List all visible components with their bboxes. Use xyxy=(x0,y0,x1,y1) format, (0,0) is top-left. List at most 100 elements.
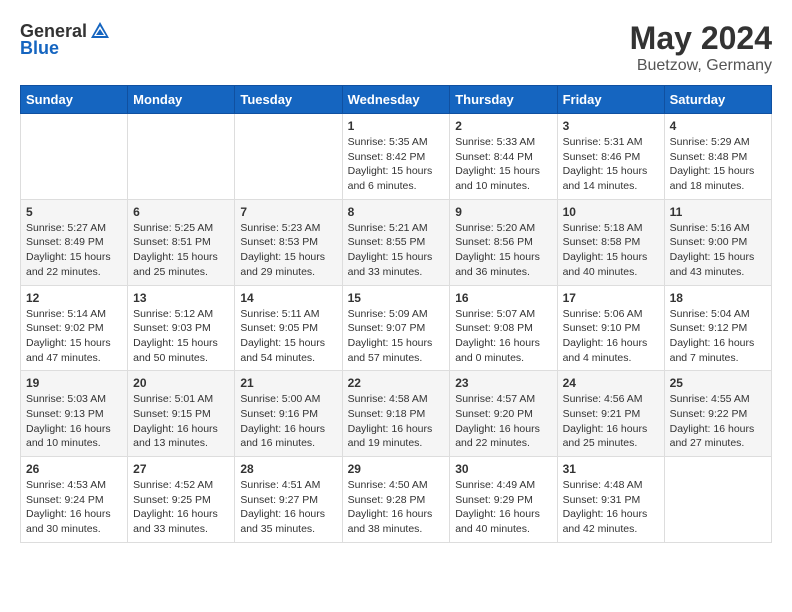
calendar-day-10: 10 Sunrise: 5:18 AM Sunset: 8:58 PM Dayli… xyxy=(557,199,664,285)
day-content: Sunrise: 4:53 AM Sunset: 9:24 PM Dayligh… xyxy=(26,478,122,537)
day-number: 27 xyxy=(133,462,229,476)
day-number: 3 xyxy=(563,119,659,133)
day-number: 6 xyxy=(133,205,229,219)
day-content: Sunrise: 4:55 AM Sunset: 9:22 PM Dayligh… xyxy=(670,392,766,451)
weekday-header-wednesday: Wednesday xyxy=(342,86,450,114)
day-content: Sunrise: 5:18 AM Sunset: 8:58 PM Dayligh… xyxy=(563,221,659,280)
calendar-day-15: 15 Sunrise: 5:09 AM Sunset: 9:07 PM Dayli… xyxy=(342,285,450,371)
calendar-day-29: 29 Sunrise: 4:50 AM Sunset: 9:28 PM Dayli… xyxy=(342,457,450,543)
calendar-day-8: 8 Sunrise: 5:21 AM Sunset: 8:55 PM Daylig… xyxy=(342,199,450,285)
day-number: 12 xyxy=(26,291,122,305)
day-content: Sunrise: 5:06 AM Sunset: 9:10 PM Dayligh… xyxy=(563,307,659,366)
day-number: 4 xyxy=(670,119,766,133)
calendar-table: SundayMondayTuesdayWednesdayThursdayFrid… xyxy=(20,85,772,543)
day-content: Sunrise: 4:57 AM Sunset: 9:20 PM Dayligh… xyxy=(455,392,551,451)
weekday-header-monday: Monday xyxy=(128,86,235,114)
day-content: Sunrise: 5:29 AM Sunset: 8:48 PM Dayligh… xyxy=(670,135,766,194)
day-number: 9 xyxy=(455,205,551,219)
calendar-day-21: 21Sunrise: 5:00 AM Sunset: 9:16 PM Dayli… xyxy=(235,371,342,457)
calendar-day-12: 12 Sunrise: 5:14 AM Sunset: 9:02 PM Dayli… xyxy=(21,285,128,371)
day-content: Sunrise: 5:21 AM Sunset: 8:55 PM Dayligh… xyxy=(348,221,445,280)
day-content: Sunrise: 5:27 AM Sunset: 8:49 PM Dayligh… xyxy=(26,221,122,280)
day-content: Sunrise: 5:03 AM Sunset: 9:13 PM Dayligh… xyxy=(26,392,122,451)
day-content: Sunrise: 4:50 AM Sunset: 9:28 PM Dayligh… xyxy=(348,478,445,537)
page-header: General Blue May 2024 Buetzow, Germany xyxy=(20,20,772,75)
day-number: 2 xyxy=(455,119,551,133)
day-number: 13 xyxy=(133,291,229,305)
day-number: 8 xyxy=(348,205,445,219)
day-content: Sunrise: 5:31 AM Sunset: 8:46 PM Dayligh… xyxy=(563,135,659,194)
day-content: Sunrise: 5:00 AM Sunset: 9:16 PM Dayligh… xyxy=(240,392,336,451)
calendar-day-31: 31 Sunrise: 4:48 AM Sunset: 9:31 PM Dayli… xyxy=(557,457,664,543)
day-content: Sunrise: 5:01 AM Sunset: 9:15 PM Dayligh… xyxy=(133,392,229,451)
day-content: Sunrise: 4:58 AM Sunset: 9:18 PM Dayligh… xyxy=(348,392,445,451)
day-number: 11 xyxy=(670,205,766,219)
day-content: Sunrise: 5:11 AM Sunset: 9:05 PM Dayligh… xyxy=(240,307,336,366)
logo: General Blue xyxy=(20,20,113,59)
calendar-day-4: 4 Sunrise: 5:29 AM Sunset: 8:48 PM Daylig… xyxy=(664,114,771,200)
day-content: Sunrise: 5:35 AM Sunset: 8:42 PM Dayligh… xyxy=(348,135,445,194)
calendar-day-9: 9 Sunrise: 5:20 AM Sunset: 8:56 PM Daylig… xyxy=(450,199,557,285)
day-number: 28 xyxy=(240,462,336,476)
day-content: Sunrise: 4:56 AM Sunset: 9:21 PM Dayligh… xyxy=(563,392,659,451)
calendar-day-28: 28 Sunrise: 4:51 AM Sunset: 9:27 PM Dayli… xyxy=(235,457,342,543)
empty-cell xyxy=(664,457,771,543)
weekday-header-tuesday: Tuesday xyxy=(235,86,342,114)
day-number: 23 xyxy=(455,376,551,390)
day-number: 16 xyxy=(455,291,551,305)
calendar-day-25: 25 Sunrise: 4:55 AM Sunset: 9:22 PM Dayli… xyxy=(664,371,771,457)
title-block: May 2024 Buetzow, Germany xyxy=(630,20,772,75)
calendar-day-19: 19 Sunrise: 5:03 AM Sunset: 9:13 PM Dayli… xyxy=(21,371,128,457)
day-number: 18 xyxy=(670,291,766,305)
day-content: Sunrise: 5:14 AM Sunset: 9:02 PM Dayligh… xyxy=(26,307,122,366)
day-content: Sunrise: 5:20 AM Sunset: 8:56 PM Dayligh… xyxy=(455,221,551,280)
day-number: 30 xyxy=(455,462,551,476)
calendar-day-3: 3 Sunrise: 5:31 AM Sunset: 8:46 PM Daylig… xyxy=(557,114,664,200)
day-number: 25 xyxy=(670,376,766,390)
calendar-day-6: 6 Sunrise: 5:25 AM Sunset: 8:51 PM Daylig… xyxy=(128,199,235,285)
logo-icon xyxy=(89,20,111,42)
day-number: 5 xyxy=(26,205,122,219)
calendar-day-24: 24 Sunrise: 4:56 AM Sunset: 9:21 PM Dayli… xyxy=(557,371,664,457)
calendar-day-18: 18 Sunrise: 5:04 AM Sunset: 9:12 PM Dayli… xyxy=(664,285,771,371)
calendar-day-17: 17 Sunrise: 5:06 AM Sunset: 9:10 PM Dayli… xyxy=(557,285,664,371)
weekday-header-row: SundayMondayTuesdayWednesdayThursdayFrid… xyxy=(21,86,772,114)
day-number: 22 xyxy=(348,376,445,390)
day-number: 29 xyxy=(348,462,445,476)
calendar-day-30: 30 Sunrise: 4:49 AM Sunset: 9:29 PM Dayli… xyxy=(450,457,557,543)
logo-blue: Blue xyxy=(20,38,59,59)
day-content: Sunrise: 4:52 AM Sunset: 9:25 PM Dayligh… xyxy=(133,478,229,537)
calendar-week-row: 12 Sunrise: 5:14 AM Sunset: 9:02 PM Dayli… xyxy=(21,285,772,371)
empty-cell xyxy=(128,114,235,200)
day-number: 7 xyxy=(240,205,336,219)
calendar-day-27: 27 Sunrise: 4:52 AM Sunset: 9:25 PM Dayli… xyxy=(128,457,235,543)
weekday-header-friday: Friday xyxy=(557,86,664,114)
calendar-day-7: 7 Sunrise: 5:23 AM Sunset: 8:53 PM Daylig… xyxy=(235,199,342,285)
calendar-day-5: 5 Sunrise: 5:27 AM Sunset: 8:49 PM Daylig… xyxy=(21,199,128,285)
day-number: 19 xyxy=(26,376,122,390)
calendar-day-11: 11Sunrise: 5:16 AM Sunset: 9:00 PM Dayli… xyxy=(664,199,771,285)
calendar-day-2: 2Sunrise: 5:33 AM Sunset: 8:44 PM Daylig… xyxy=(450,114,557,200)
day-content: Sunrise: 5:07 AM Sunset: 9:08 PM Dayligh… xyxy=(455,307,551,366)
weekday-header-sunday: Sunday xyxy=(21,86,128,114)
day-content: Sunrise: 5:23 AM Sunset: 8:53 PM Dayligh… xyxy=(240,221,336,280)
day-content: Sunrise: 4:48 AM Sunset: 9:31 PM Dayligh… xyxy=(563,478,659,537)
location: Buetzow, Germany xyxy=(630,57,772,75)
day-content: Sunrise: 5:09 AM Sunset: 9:07 PM Dayligh… xyxy=(348,307,445,366)
day-content: Sunrise: 4:51 AM Sunset: 9:27 PM Dayligh… xyxy=(240,478,336,537)
day-number: 10 xyxy=(563,205,659,219)
day-content: Sunrise: 5:04 AM Sunset: 9:12 PM Dayligh… xyxy=(670,307,766,366)
empty-cell xyxy=(21,114,128,200)
day-number: 17 xyxy=(563,291,659,305)
month-year: May 2024 xyxy=(630,20,772,57)
calendar-week-row: 5 Sunrise: 5:27 AM Sunset: 8:49 PM Daylig… xyxy=(21,199,772,285)
day-content: Sunrise: 4:49 AM Sunset: 9:29 PM Dayligh… xyxy=(455,478,551,537)
day-content: Sunrise: 5:12 AM Sunset: 9:03 PM Dayligh… xyxy=(133,307,229,366)
calendar-day-23: 23 Sunrise: 4:57 AM Sunset: 9:20 PM Dayli… xyxy=(450,371,557,457)
calendar-week-row: 1Sunrise: 5:35 AM Sunset: 8:42 PM Daylig… xyxy=(21,114,772,200)
day-number: 31 xyxy=(563,462,659,476)
day-content: Sunrise: 5:25 AM Sunset: 8:51 PM Dayligh… xyxy=(133,221,229,280)
day-number: 15 xyxy=(348,291,445,305)
weekday-header-thursday: Thursday xyxy=(450,86,557,114)
day-number: 24 xyxy=(563,376,659,390)
